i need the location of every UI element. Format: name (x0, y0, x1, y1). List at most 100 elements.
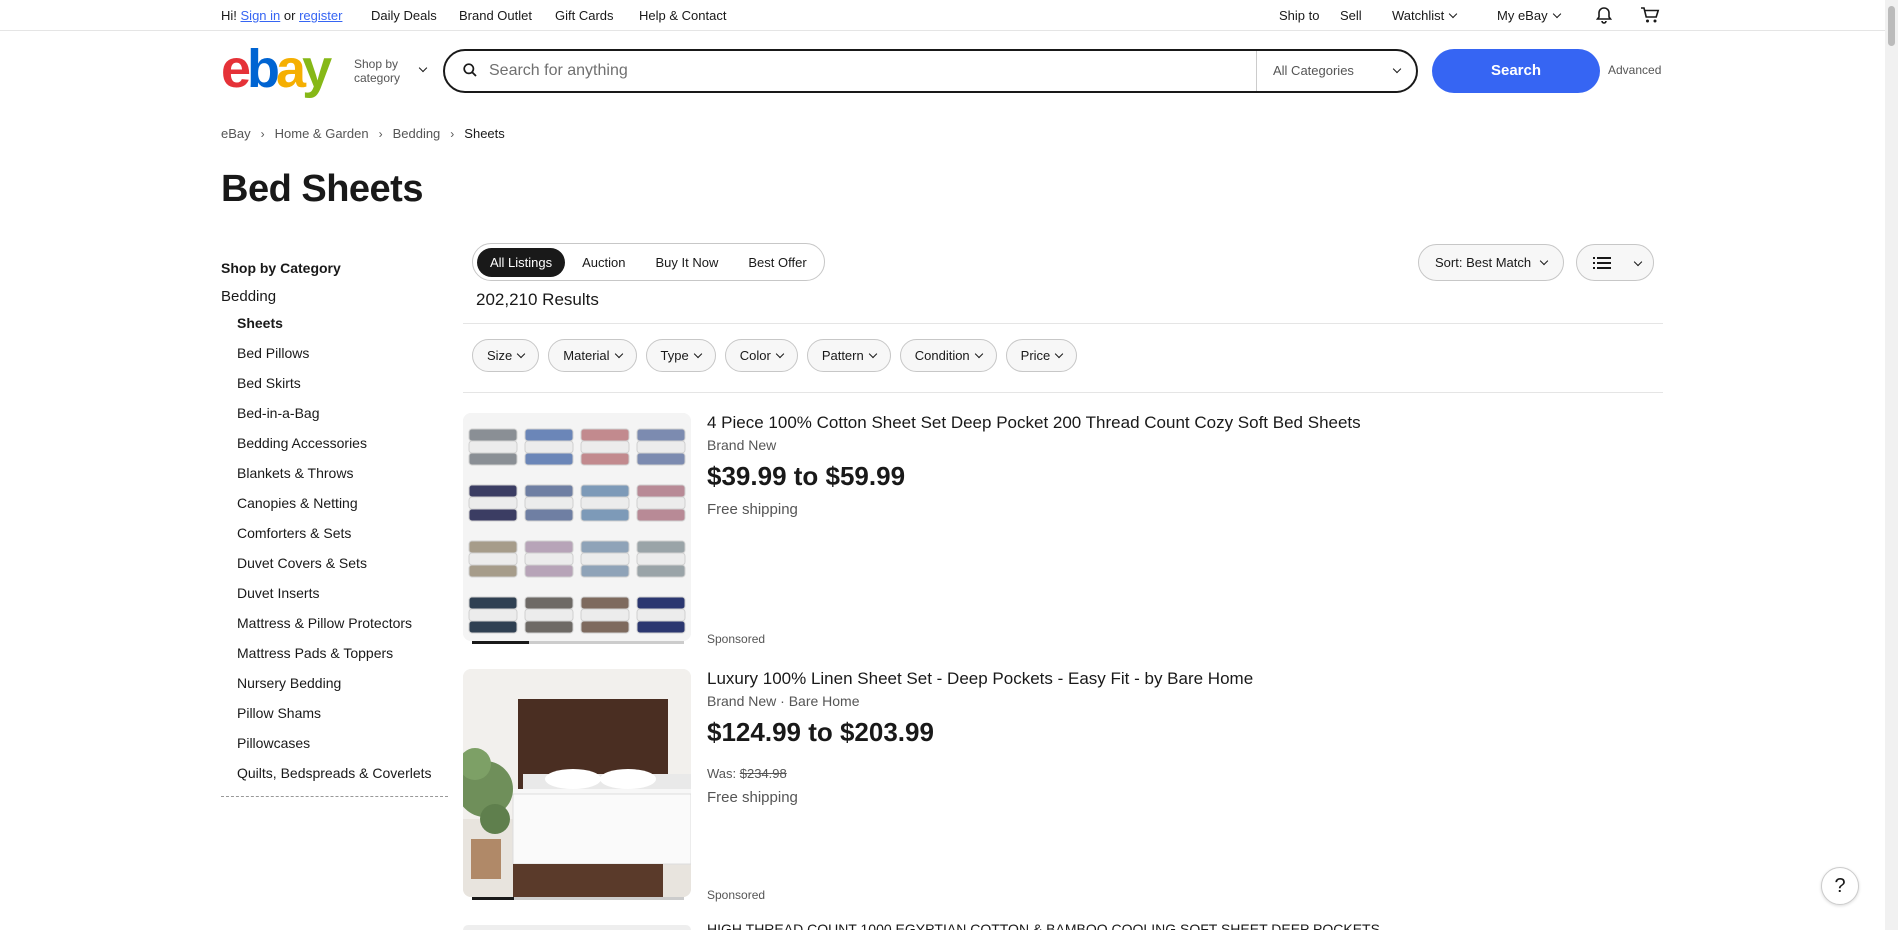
filter-label: Price (1020, 348, 1051, 363)
sidebar-item-comforters-sets[interactable]: Comforters & Sets (221, 524, 448, 542)
category-sidebar: Shop by Category Bedding Sheets Bed Pillo… (221, 260, 448, 797)
category-select-value: All Categories (1273, 63, 1354, 78)
sidebar-item-duvet-inserts[interactable]: Duvet Inserts (221, 584, 448, 602)
greeting-text: Hi! (221, 8, 237, 23)
search-bar: All Categories (443, 49, 1418, 93)
item-title[interactable]: Luxury 100% Linen Sheet Set - Deep Pocke… (707, 669, 1253, 689)
filter-label: Material (563, 348, 610, 363)
my-ebay-label: My eBay (1497, 8, 1548, 23)
sidebar-item-bedding-accessories[interactable]: Bedding Accessories (221, 434, 448, 452)
breadcrumb-ebay[interactable]: eBay (221, 126, 251, 141)
item-title[interactable]: HIGH THREAD COUNT 1000 EGYPTIAN COTTON &… (707, 921, 1380, 930)
list-view-icon (1593, 257, 1611, 269)
tab-auction[interactable]: Auction (569, 248, 638, 277)
breadcrumb-sheets: Sheets (464, 126, 505, 141)
sidebar-item-sheets[interactable]: Sheets (221, 314, 448, 332)
sidebar-item-nursery-bedding[interactable]: Nursery Bedding (221, 674, 448, 692)
sidebar-parent-bedding[interactable]: Bedding (221, 288, 448, 305)
listing-item: 4 Piece 100% Cotton Sheet Set Deep Pocke… (463, 413, 1663, 653)
bell-icon[interactable] (1595, 6, 1613, 27)
sidebar-heading: Shop by Category (221, 260, 341, 276)
category-label: category (354, 71, 401, 85)
advanced-search-link[interactable]: Advanced (1608, 63, 1661, 77)
chevron-down-icon (418, 63, 428, 73)
item-price: $39.99 to $59.99 (707, 461, 906, 491)
chevron-down-icon (1633, 257, 1643, 267)
filter-price[interactable]: Price (1005, 339, 1078, 372)
search-button[interactable]: Search (1432, 49, 1600, 93)
filter-condition[interactable]: Condition (899, 339, 997, 372)
page-title: Bed Sheets (221, 168, 423, 210)
scrollbar-thumb[interactable] (1888, 6, 1895, 46)
linen-bed-photo (463, 669, 691, 897)
filter-color[interactable]: Color (724, 339, 798, 372)
filter-label: Size (487, 348, 513, 363)
ebay-logo[interactable]: ebay (221, 42, 332, 96)
chevron-down-icon (693, 349, 702, 359)
gift-cards-link[interactable]: Gift Cards (555, 8, 614, 23)
help-contact-link[interactable]: Help & Contact (639, 8, 726, 23)
help-button[interactable]: ? (1821, 867, 1859, 905)
sidebar-divider (221, 796, 448, 797)
filter-size[interactable]: Size (472, 339, 540, 372)
sponsored-label: Sponsored (707, 888, 766, 902)
search-input[interactable] (489, 61, 1229, 81)
sidebar-item-canopies-netting[interactable]: Canopies & Netting (221, 494, 448, 512)
register-link[interactable]: register (299, 8, 342, 23)
sell-link[interactable]: Sell (1340, 8, 1362, 23)
item-title[interactable]: 4 Piece 100% Cotton Sheet Set Deep Pocke… (707, 413, 1361, 433)
chevron-down-icon (1055, 349, 1064, 359)
sidebar-item-blankets-throws[interactable]: Blankets & Throws (221, 464, 448, 482)
chevron-right-icon: › (378, 126, 383, 141)
sheet-sets-photo (463, 413, 691, 641)
item-shipping: Free shipping (707, 789, 798, 806)
scrollbar[interactable] (1885, 0, 1898, 930)
item-image[interactable] (463, 925, 691, 930)
image-carousel-progress (472, 641, 684, 644)
breadcrumb-home-garden[interactable]: Home & Garden (275, 126, 369, 141)
filter-type[interactable]: Type (645, 339, 716, 372)
was-price-value: $234.98 (739, 766, 787, 781)
sidebar-item-quilts-bedspreads-coverlets[interactable]: Quilts, Bedspreads & Coverlets (221, 764, 448, 782)
item-price: $124.99 to $203.99 (707, 717, 934, 747)
filter-material[interactable]: Material (548, 339, 637, 372)
logo-letter-y: y (302, 39, 332, 99)
tab-best-offer[interactable]: Best Offer (735, 248, 819, 277)
brand-outlet-link[interactable]: Brand Outlet (459, 8, 532, 23)
ship-to-link[interactable]: Ship to (1279, 8, 1319, 23)
chevron-down-icon (974, 349, 983, 359)
item-image[interactable] (463, 669, 691, 897)
divider (463, 323, 1663, 324)
tab-all-listings[interactable]: All Listings (477, 247, 566, 277)
sidebar-item-mattress-pads-toppers[interactable]: Mattress Pads & Toppers (221, 644, 448, 662)
tab-buy-it-now[interactable]: Buy It Now (643, 248, 732, 277)
sidebar-item-duvet-covers-sets[interactable]: Duvet Covers & Sets (221, 554, 448, 572)
or-text: or (283, 8, 296, 23)
sort-button[interactable]: Sort: Best Match (1418, 244, 1565, 281)
chevron-down-icon (517, 349, 526, 359)
daily-deals-link[interactable]: Daily Deals (371, 8, 437, 23)
top-nav-bar: Hi! Sign in or register Daily Deals Bran… (0, 0, 1898, 31)
view-toggle-button[interactable] (1576, 244, 1654, 281)
watchlist-menu[interactable]: Watchlist (1392, 8, 1458, 23)
item-image[interactable] (463, 413, 691, 641)
my-ebay-menu[interactable]: My eBay (1497, 8, 1561, 23)
sidebar-item-bed-in-a-bag[interactable]: Bed-in-a-Bag (221, 404, 448, 422)
listing-item: HIGH THREAD COUNT 1000 EGYPTIAN COTTON &… (463, 921, 1663, 930)
sign-in-link[interactable]: Sign in (241, 8, 281, 23)
search-icon (463, 63, 477, 77)
sidebar-item-bed-skirts[interactable]: Bed Skirts (221, 374, 448, 392)
shop-by-category-button[interactable]: Shop by category (354, 57, 428, 85)
sidebar-item-bed-pillows[interactable]: Bed Pillows (221, 344, 448, 362)
sponsored-label: Sponsored (707, 632, 766, 646)
filter-pattern[interactable]: Pattern (806, 339, 891, 372)
sidebar-item-mattress-pillow-protectors[interactable]: Mattress & Pillow Protectors (221, 614, 448, 632)
item-shipping: Free shipping (707, 501, 798, 518)
sidebar-item-pillow-shams[interactable]: Pillow Shams (221, 704, 448, 722)
sidebar-item-pillowcases[interactable]: Pillowcases (221, 734, 448, 752)
breadcrumb-bedding[interactable]: Bedding (393, 126, 441, 141)
logo-letter-a: a (276, 39, 306, 99)
chevron-down-icon (1539, 256, 1549, 266)
cart-icon[interactable] (1640, 6, 1660, 27)
category-select[interactable]: All Categories (1256, 51, 1416, 91)
